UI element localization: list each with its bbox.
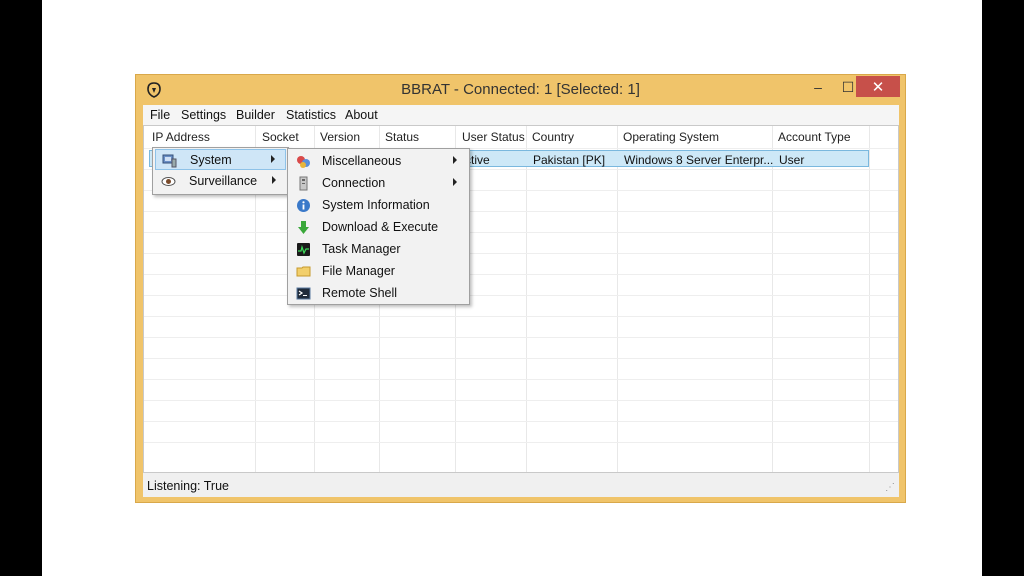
context-menu: System Surveillance (152, 147, 289, 195)
context-item-label: System (190, 153, 232, 167)
resize-grip-icon[interactable]: ⋰ (885, 482, 895, 493)
column-status[interactable]: Status (385, 130, 419, 144)
terminal-icon (296, 287, 311, 300)
status-bar: Listening: True ⋰ (143, 475, 899, 497)
menu-file[interactable]: File (150, 108, 170, 122)
folder-icon (296, 266, 311, 277)
column-account-type[interactable]: Account Type (778, 130, 851, 144)
menu-settings[interactable]: Settings (181, 108, 226, 122)
menu-bar: File Settings Builder Statistics About (143, 105, 899, 125)
submenu-item-label: Miscellaneous (322, 154, 402, 168)
context-item-system[interactable]: System (155, 149, 286, 170)
row-divider (144, 295, 898, 296)
submenu-arrow-icon (271, 155, 275, 163)
submenu-item-system-information[interactable]: System Information (290, 195, 467, 216)
menu-about[interactable]: About (345, 108, 378, 122)
submenu-item-task-manager[interactable]: Task Manager (290, 239, 467, 260)
submenu-item-label: System Information (322, 198, 430, 212)
row-divider (144, 442, 898, 443)
row-divider (144, 211, 898, 212)
row-divider (144, 421, 898, 422)
system-submenu: Miscellaneous Connection System Informat… (287, 148, 470, 305)
row-divider (144, 400, 898, 401)
connection-icon (299, 176, 308, 191)
column-operating-system[interactable]: Operating System (623, 130, 719, 144)
submenu-item-remote-shell[interactable]: Remote Shell (290, 283, 467, 304)
row-divider (144, 232, 898, 233)
submenu-item-label: Remote Shell (322, 286, 398, 300)
task-manager-icon (297, 243, 310, 256)
cell-country: Pakistan [PK] (533, 153, 606, 167)
submenu-arrow-icon (453, 178, 457, 186)
close-button[interactable]: ✕ (856, 76, 900, 97)
context-item-surveillance[interactable]: Surveillance (155, 171, 286, 192)
submenu-item-file-manager[interactable]: File Manager (290, 261, 467, 282)
window-title: BBRAT - Connected: 1 [Selected: 1] (401, 81, 640, 98)
row-divider (144, 358, 898, 359)
column-user-status[interactable]: User Status (462, 130, 525, 144)
eye-icon (161, 177, 176, 186)
submenu-item-download-execute[interactable]: Download & Execute (290, 217, 467, 238)
submenu-item-label: File Manager (322, 264, 395, 278)
row-divider (144, 274, 898, 275)
context-item-label: Surveillance (189, 174, 258, 188)
column-socket[interactable]: Socket (262, 130, 299, 144)
menu-statistics[interactable]: Statistics (286, 108, 336, 122)
submenu-arrow-icon (453, 156, 457, 164)
row-divider (144, 316, 898, 317)
submenu-item-connection[interactable]: Connection (290, 173, 467, 194)
submenu-item-label: Download & Execute (322, 220, 439, 234)
row-divider (144, 379, 898, 380)
list-header: IP Address Socket Version Status User St… (144, 126, 898, 148)
cell-operating-system: Windows 8 Server Enterpr... (624, 153, 774, 167)
misc-icon (297, 156, 310, 168)
column-version[interactable]: Version (320, 130, 360, 144)
minimize-button[interactable]: – (803, 77, 833, 97)
row-divider (144, 337, 898, 338)
submenu-item-label: Connection (322, 176, 386, 190)
cell-account-type: User (779, 153, 805, 167)
info-icon (297, 199, 310, 212)
submenu-item-miscellaneous[interactable]: Miscellaneous (290, 151, 467, 172)
title-bar[interactable]: BBRAT - Connected: 1 [Selected: 1] – ☐ ✕ (136, 75, 905, 105)
submenu-item-label: Task Manager (322, 242, 401, 256)
status-text: Listening: True (147, 479, 229, 493)
column-ip-address[interactable]: IP Address (152, 130, 210, 144)
download-icon (298, 221, 309, 234)
app-window: BBRAT - Connected: 1 [Selected: 1] – ☐ ✕… (135, 74, 906, 503)
row-divider (144, 253, 898, 254)
column-country[interactable]: Country (532, 130, 574, 144)
system-icon (162, 154, 177, 168)
menu-builder[interactable]: Builder (236, 108, 275, 122)
submenu-arrow-icon (272, 176, 276, 184)
